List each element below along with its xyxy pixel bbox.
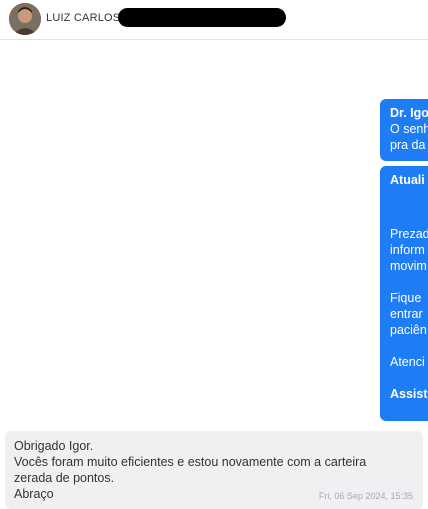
message-line: Prezad (390, 227, 428, 241)
message-line: O senh (390, 122, 428, 136)
message-gap (390, 274, 428, 290)
message-line: pra da (390, 138, 426, 152)
incoming-message[interactable]: Obrigado Igor. Vocês foram muito eficien… (5, 431, 423, 509)
message-line: Dr. Igo (390, 106, 428, 120)
message-line: entrar (390, 307, 423, 321)
message-line: Atenci (390, 355, 425, 369)
contact-name: LUIZ CARLOS (46, 12, 121, 24)
chat-header: LUIZ CARLOS (0, 0, 428, 40)
message-gap (390, 370, 428, 386)
avatar-photo (9, 3, 41, 35)
message-line: Atuali (390, 173, 425, 187)
message-line: Obrigado Igor. (14, 439, 94, 453)
redaction-bar (118, 8, 286, 27)
message-line: Fique (390, 291, 422, 305)
message-line: inform (390, 243, 425, 257)
contact-avatar[interactable] (9, 3, 41, 35)
message-timestamp: Fri, 06 Sep 2024, 15:35 (318, 491, 413, 501)
outgoing-message[interactable]: Dr. Igo O senh pra da (380, 99, 428, 161)
message-line: Vocês foram muito eficientes e estou nov… (14, 455, 367, 469)
outgoing-message[interactable]: Atuali Prezad inform movim Fique entrar … (380, 166, 428, 421)
message-line: Assist (390, 387, 428, 401)
message-gap (390, 188, 428, 220)
message-line: zerada de pontos. (14, 471, 115, 485)
message-gap (390, 338, 428, 354)
message-line: movim (390, 259, 427, 273)
message-line: paciên (390, 323, 427, 337)
